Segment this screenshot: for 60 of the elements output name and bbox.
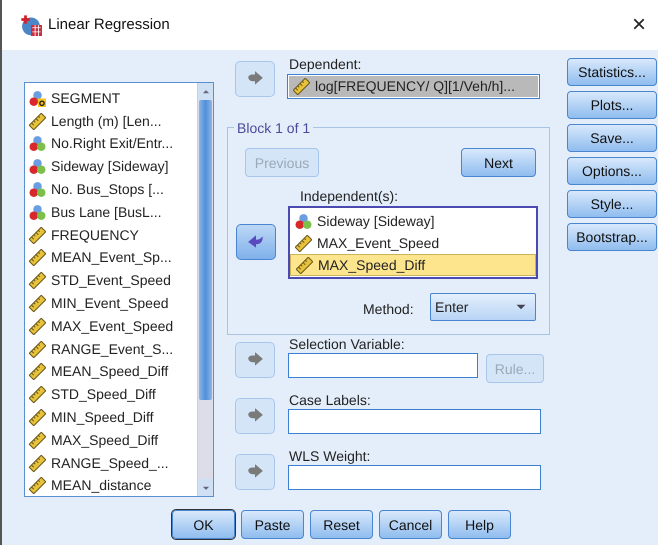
list-item[interactable]: MIN_Speed_Diff bbox=[25, 406, 197, 429]
ruler-icon bbox=[296, 256, 313, 274]
list-item[interactable]: MAX_Speed_Diff bbox=[290, 254, 536, 276]
move-button[interactable] bbox=[236, 224, 276, 260]
nominal-icon bbox=[295, 212, 312, 230]
list-item[interactable]: Length (m) [Len... bbox=[25, 110, 197, 133]
dialog-button[interactable]: Bootstrap... bbox=[567, 223, 657, 251]
independents-list[interactable]: Sideway [Sideway] MAX_Event_Speed MAX_Speed_Diff bbox=[288, 206, 538, 279]
dialog-button[interactable]: Paste bbox=[241, 510, 304, 539]
list-item[interactable]: MEAN_Event_Sp... bbox=[25, 246, 197, 270]
scroll-thumb[interactable] bbox=[199, 100, 212, 400]
field-label: Independent(s): bbox=[300, 187, 398, 206]
dialog-button[interactable]: OK bbox=[172, 510, 235, 539]
nominal-icon bbox=[29, 158, 46, 176]
list-item[interactable]: MAX_Event_Speed bbox=[290, 232, 536, 254]
dialog-button[interactable]: Cancel bbox=[379, 510, 442, 539]
list-item[interactable]: MEAN_Speed_Diff bbox=[25, 360, 197, 384]
dialog-button[interactable]: Style... bbox=[567, 190, 657, 218]
variable-list[interactable] bbox=[24, 82, 214, 497]
field-label: Method: bbox=[363, 300, 414, 319]
list-item[interactable]: RANGE_Speed_... bbox=[25, 452, 197, 475]
list-item[interactable]: No. Bus_Stops [... bbox=[25, 178, 197, 201]
nominal-icon bbox=[29, 135, 46, 152]
list-item[interactable]: MAX_Event_Speed bbox=[25, 314, 197, 338]
nominal-icon bbox=[29, 181, 46, 198]
dialog-button[interactable]: Reset bbox=[310, 510, 373, 539]
dialog-button[interactable]: Help bbox=[448, 510, 511, 539]
list-item[interactable]: No.Right Exit/Entr... bbox=[25, 132, 197, 156]
field-label: WLS Weight: bbox=[289, 447, 370, 466]
list-item[interactable]: MEAN_distance bbox=[25, 474, 197, 496]
scrollbar[interactable] bbox=[197, 83, 213, 496]
list-item[interactable]: MIN_Event_Speed bbox=[25, 292, 197, 315]
input-field[interactable] bbox=[288, 409, 541, 434]
app-icon bbox=[20, 14, 42, 36]
field-label: Selection Variable: bbox=[289, 335, 405, 354]
close-button[interactable]: × bbox=[628, 13, 650, 37]
input-field[interactable] bbox=[288, 353, 478, 378]
method-dropdown[interactable]: Enter bbox=[430, 293, 536, 321]
field-label: Case Labels: bbox=[289, 391, 371, 410]
list-item[interactable]: Bus Lane [BusL... bbox=[25, 200, 197, 224]
list-item[interactable]: STD_Event_Speed bbox=[25, 269, 197, 292]
dialog-button[interactable]: Statistics... bbox=[567, 58, 657, 86]
list-item[interactable]: Sideway [Sideway] bbox=[25, 155, 197, 178]
list-item[interactable]: SEGMENT bbox=[25, 87, 197, 110]
dialog-button[interactable]: Plots... bbox=[567, 91, 657, 119]
ruler-icon bbox=[295, 234, 312, 252]
list-item[interactable]: RANGE_Event_S... bbox=[25, 338, 197, 361]
list-item[interactable]: MAX_Speed_Diff bbox=[25, 428, 197, 452]
list-item[interactable]: Sideway [Sideway] bbox=[290, 210, 536, 232]
field-label: Dependent: bbox=[289, 55, 362, 74]
window-title: Linear Regression bbox=[48, 14, 170, 35]
dialog-button[interactable]: Save... bbox=[567, 124, 657, 152]
list-item[interactable]: FREQUENCY bbox=[25, 224, 197, 247]
dialog-button[interactable]: Options... bbox=[567, 157, 657, 185]
list-item[interactable]: STD_Speed_Diff bbox=[25, 383, 197, 406]
ruler-icon bbox=[293, 78, 310, 95]
input-field[interactable] bbox=[288, 465, 541, 490]
nominal-icon bbox=[29, 204, 46, 221]
dialog-button[interactable]: Next bbox=[461, 148, 536, 177]
string-nominal-icon bbox=[29, 90, 46, 107]
